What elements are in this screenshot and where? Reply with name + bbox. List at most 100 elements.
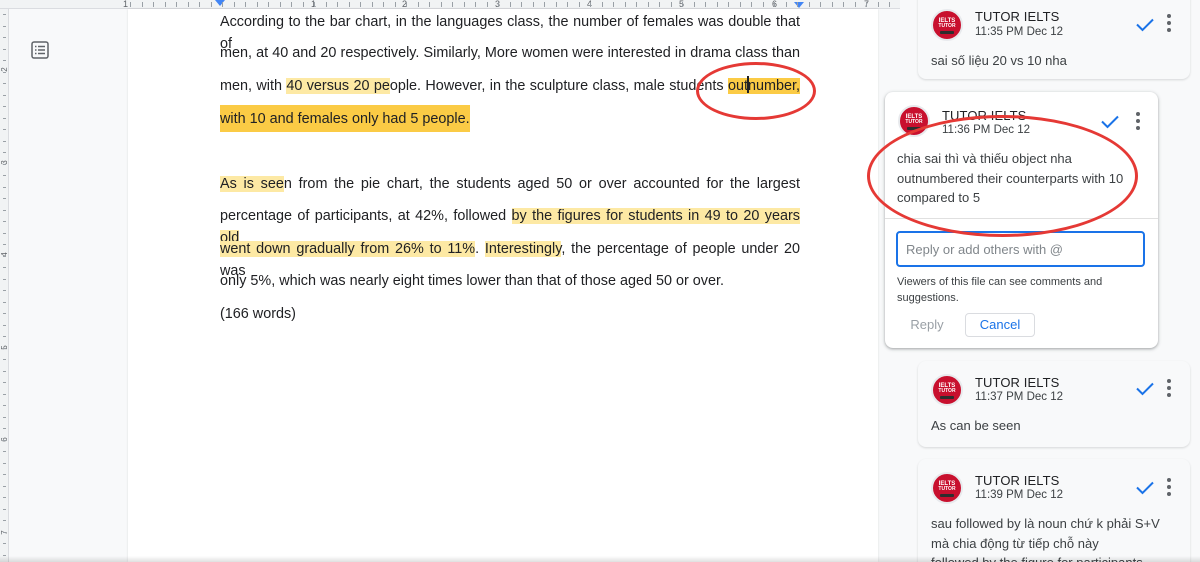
right-indent-marker[interactable]: [794, 2, 804, 8]
resolve-check-icon[interactable]: [1134, 13, 1156, 35]
avatar-label: TUTOR: [938, 23, 956, 29]
ruler-tick: [3, 509, 6, 510]
comment-text: chia sai thì và thiếu object nha outnumb…: [897, 149, 1147, 208]
paragraph-line[interactable]: only 5%, which was nearly eight times lo…: [220, 270, 800, 292]
ruler-tick: [3, 14, 6, 15]
paragraph-line[interactable]: men, with 40 versus 20 people. However, …: [220, 75, 800, 97]
ruler-number: 4: [0, 252, 9, 257]
text-run: percentage of participants, at 42%, foll…: [220, 208, 512, 224]
ruler-tick: [740, 2, 741, 7]
ruler-tick: [199, 2, 200, 7]
ruler-tick: [682, 2, 683, 7]
avatar-label: TUTOR: [938, 388, 956, 394]
ruler-tick: [3, 210, 6, 211]
left-indent-marker[interactable]: [215, 0, 225, 6]
ruler-tick: [3, 244, 6, 245]
ruler-tick: [625, 2, 626, 7]
highlighted-text[interactable]: 40 versus 20 pe: [286, 78, 390, 94]
comment-text: As can be seen: [931, 418, 1021, 433]
ruler-tick: [3, 302, 6, 303]
ruler-tick: [602, 2, 603, 7]
reply-input[interactable]: [896, 231, 1145, 267]
cancel-button[interactable]: Cancel: [965, 313, 1035, 337]
avatar-decoration: [907, 127, 921, 130]
highlighted-text[interactable]: Interestingly: [484, 241, 562, 257]
avatar-label: TUTOR: [905, 119, 923, 125]
ruler-tick: [3, 175, 6, 176]
ruler-tick: [3, 141, 6, 142]
ruler-tick: [3, 463, 6, 464]
more-options-icon[interactable]: [1165, 378, 1173, 398]
document-page[interactable]: According to the bar chart, in the langu…: [128, 9, 878, 562]
more-options-icon[interactable]: [1134, 111, 1142, 131]
ruler-tick: [3, 382, 6, 383]
ruler-tick: [3, 72, 6, 73]
ruler-tick: [176, 2, 177, 7]
ruler-tick: [3, 394, 6, 395]
paragraph-line[interactable]: with 10 and females only had 5 people.: [220, 105, 800, 132]
ruler-tick: [659, 2, 660, 7]
comment-text: sau followed by là noun chứ k phải S+V m…: [931, 514, 1186, 562]
avatar: IELTS TUTOR: [931, 9, 963, 41]
document-outline-icon[interactable]: [30, 40, 50, 60]
ruler-tick: [590, 2, 591, 7]
ruler-tick: [337, 2, 338, 7]
ruler-tick: [613, 2, 614, 7]
highlighted-text[interactable]: with 10 and females only had 5 people.: [220, 105, 470, 132]
ruler-number: 1: [123, 0, 129, 9]
more-options-icon[interactable]: [1165, 13, 1173, 33]
comment-time: 11:37 PM Dec 12: [975, 391, 1064, 403]
ruler-tick: [3, 106, 6, 107]
ruler-tick: [142, 2, 143, 7]
resolve-check-icon[interactable]: [1099, 110, 1121, 132]
text-run: (166 words): [220, 306, 296, 322]
text-run: ople. However, in the sculpture class, m…: [389, 78, 728, 94]
ruler-tick: [3, 532, 6, 533]
ruler-number: 3: [0, 160, 9, 165]
comment-time: 11:39 PM Dec 12: [975, 489, 1064, 501]
highlighted-text[interactable]: As is see: [220, 176, 284, 192]
paragraph-line[interactable]: As is seen from the pie chart, the stude…: [220, 173, 800, 195]
ruler-tick: [418, 2, 419, 7]
ruler-tick: [3, 221, 6, 222]
ruler-tick: [544, 2, 545, 7]
ruler-tick: [452, 2, 453, 7]
ruler-tick: [763, 2, 764, 7]
text-run: .: [475, 241, 485, 257]
ruler-tick: [636, 2, 637, 7]
ruler-tick: [3, 486, 6, 487]
resolve-check-icon[interactable]: [1134, 476, 1156, 498]
paragraph-line[interactable]: men, at 40 and 20 respectively. Similarl…: [220, 42, 800, 64]
ruler-tick: [3, 267, 6, 268]
ruler-tick: [717, 2, 718, 7]
ruler-tick: [475, 2, 476, 7]
ruler-tick: [3, 164, 6, 165]
ruler-tick: [797, 2, 798, 7]
ruler-tick: [694, 2, 695, 7]
more-options-icon[interactable]: [1165, 477, 1173, 497]
ruler-tick: [257, 2, 258, 7]
divider: [885, 218, 1158, 219]
highlighted-text[interactable]: went down gradually from 26% to 11%: [220, 241, 476, 257]
avatar-decoration: [940, 396, 954, 399]
resolve-check-icon[interactable]: [1134, 377, 1156, 399]
highlighted-text[interactable]: outnumber,: [727, 76, 800, 94]
ruler-tick: [855, 2, 856, 7]
comment-text-line: mà chia động từ tiếp chỗ này: [931, 535, 1099, 551]
ruler-tick: [3, 49, 6, 50]
horizontal-ruler[interactable]: 1 1 2 3 4 5 6 7: [0, 0, 900, 9]
ruler-tick: [3, 26, 6, 27]
ruler-tick: [728, 2, 729, 7]
ruler-tick: [3, 428, 6, 429]
comment-text-line: compared to 5: [897, 190, 981, 205]
ruler-tick: [671, 2, 672, 7]
ruler-tick: [3, 95, 6, 96]
reply-button[interactable]: Reply: [896, 313, 958, 337]
avatar-label: TUTOR: [938, 486, 956, 492]
ruler-tick: [3, 348, 6, 349]
word-count[interactable]: (166 words): [220, 303, 800, 325]
ruler-tick: [648, 2, 649, 7]
ruler-tick: [3, 543, 6, 544]
ruler-tick: [3, 256, 6, 257]
ruler-tick: [441, 2, 442, 7]
